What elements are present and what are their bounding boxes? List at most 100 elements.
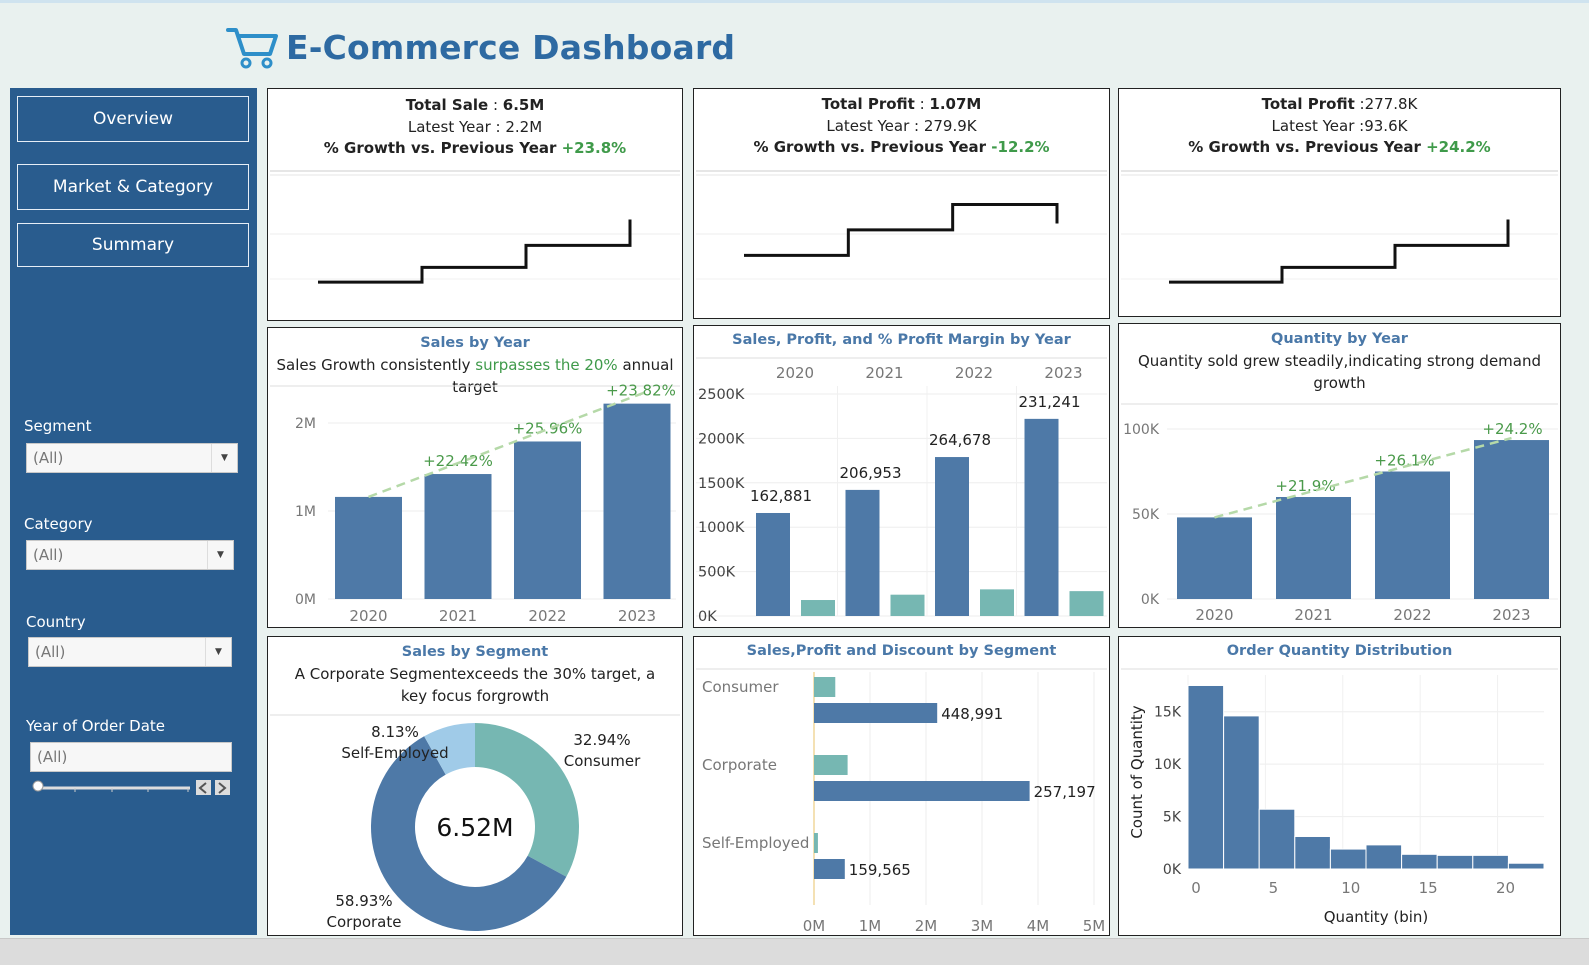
category-filter-select[interactable]: (All) ▼: [26, 540, 234, 570]
kpi-total-profit: Total Profit : 1.07M Latest Year : 279.9…: [693, 88, 1110, 319]
sales-bar: [845, 489, 880, 616]
x-tick-label: 2022: [955, 364, 993, 382]
x-tick-label: 2023: [1044, 364, 1082, 382]
subtitle-part: Sales Growth: [276, 356, 376, 374]
x-tick-label: 2021: [865, 364, 903, 382]
segment-filter-select[interactable]: (All) ▼: [26, 443, 238, 473]
y-tick-label: 0K: [1163, 862, 1182, 878]
summary-button[interactable]: Summary: [17, 223, 249, 267]
profit-bar: [1069, 591, 1104, 616]
x-tick-label: 2023: [1492, 606, 1530, 624]
y-tick-label: 0M: [295, 592, 316, 608]
previous-icon[interactable]: [196, 780, 211, 795]
category-label: Self-Employed: [702, 834, 809, 852]
chart-title: Quantity by Year: [1271, 331, 1408, 347]
kpi-latest: 279.9K: [923, 116, 977, 135]
overview-button[interactable]: Overview: [17, 96, 249, 142]
kpi-latest: 2.2M: [505, 117, 543, 136]
kpi-growth-label: % Growth vs. Previous Year: [1188, 138, 1427, 156]
x-tick-label: 2021: [439, 607, 477, 625]
histogram-bar: [1507, 862, 1545, 870]
chevron-down-icon[interactable]: ▼: [211, 444, 237, 472]
kpi-growth: +24.2%: [1426, 138, 1491, 156]
sales-bar: [935, 457, 969, 616]
x-tick-label: 2020: [1195, 606, 1233, 624]
sales-by-segment-panel: Sales by Segment A Corporate Segmentexce…: [267, 636, 683, 936]
kpi-total-profit-2: Total Profit :277.8K Latest Year :93.6K …: [1118, 88, 1561, 317]
sales-bar: [814, 703, 938, 723]
country-filter-value: (All): [35, 643, 66, 661]
x-tick-label: 2022: [528, 607, 566, 625]
category-label: Consumer: [702, 678, 779, 696]
chevron-down-icon[interactable]: ▼: [205, 638, 231, 666]
chevron-down-icon[interactable]: ▼: [207, 541, 233, 569]
order-quantity-distribution-panel: Order Quantity Distribution 0K 5K 10K 15K 0 5…: [1118, 636, 1561, 936]
kpi-growth-label: % Growth vs. Previous Year: [323, 139, 562, 157]
histogram-bar: [1258, 808, 1296, 870]
y-tick-label: 0K: [1141, 592, 1160, 608]
sales-profit-margin-panel: Sales, Profit, and % Profit Margin by Ye…: [693, 325, 1110, 628]
slice-percent: 58.93%: [335, 892, 392, 910]
profit-bar: [980, 589, 1014, 616]
bar: [1177, 517, 1252, 599]
x-axis-label: Quantity (bin): [1324, 908, 1429, 926]
kpi-value: 277.8K: [1364, 95, 1418, 113]
kpi-label: Total Sale: [405, 96, 489, 114]
year-filter-label: Year of Order Date: [26, 717, 165, 735]
kpi-latest-label: Latest Year :: [1271, 116, 1365, 135]
next-icon[interactable]: [215, 780, 230, 795]
donut-slice: [475, 723, 579, 877]
chart-title: Sales by Segment: [401, 644, 549, 660]
x-tick-label: 10: [1341, 879, 1360, 897]
trend-line: [318, 219, 632, 284]
y-tick-label: 100K: [1123, 422, 1160, 438]
bar: [1474, 440, 1549, 599]
donut-center-value: 6.52M: [436, 813, 513, 842]
subtitle-part: surpasses the 20%: [475, 356, 618, 374]
growth-label: +23.82%: [606, 383, 676, 400]
subtitle-part: consistently: [375, 356, 476, 374]
sales-bar: [1024, 418, 1059, 616]
profit-bar: [814, 677, 836, 697]
quantity-by-year-chart: 0K50K100K2020 2021+21.9%2022+26.1%2023+24…: [1121, 403, 1558, 624]
bar: [603, 403, 671, 599]
country-filter-select[interactable]: (All) ▼: [28, 637, 232, 667]
histogram-bar: [1294, 835, 1331, 870]
x-tick-label: 20: [1496, 879, 1515, 897]
data-label: 448,991: [941, 705, 1003, 723]
chart-title: Sales,Profit and Discount by Segment: [746, 643, 1057, 659]
chart-subtitle: A Corporate Segmentexceeds the 30% targe…: [294, 665, 656, 705]
sales-profit-discount-panel: Sales,Profit and Discount by Segment 0M 1…: [693, 636, 1110, 936]
sales-by-segment-chart: 6.52M 32.94% Consumer 58.93% Corporate 8.13% S…: [270, 714, 680, 932]
y-tick-label: 0K: [698, 609, 717, 625]
trend-line: [744, 202, 1059, 257]
profit-bar: [890, 594, 925, 616]
year-filter-input[interactable]: (All): [30, 742, 232, 772]
market-category-button[interactable]: Market & Category: [17, 164, 249, 210]
data-label: 206,953: [839, 464, 901, 482]
kpi-latest-label: Latest Year :: [407, 117, 506, 136]
slice-name: Self-Employed: [341, 744, 448, 762]
y-tick-label: 2500K: [698, 387, 745, 403]
kpi-sparkline: [270, 170, 680, 284]
kpi-sparkline: [696, 170, 1107, 280]
histogram-bar: [1365, 844, 1403, 870]
profit-bar: [814, 833, 818, 853]
year-range-slider[interactable]: [30, 778, 240, 798]
dashboard-header: E-Commerce Dashboard: [226, 22, 735, 72]
sales-by-year-chart: 0M1M2M2020 2021+22.42%2022+25.96%2023+23.…: [270, 383, 680, 625]
kpi-value: 6.5M: [502, 96, 545, 114]
x-tick-label: 0M: [803, 917, 826, 935]
bar: [335, 496, 402, 599]
y-tick-label: 1500K: [698, 476, 745, 492]
sales-bar: [814, 781, 1030, 801]
x-tick-label: 5: [1269, 879, 1279, 897]
category-label: Corporate: [702, 756, 777, 774]
x-tick-label: 2021: [1294, 606, 1332, 624]
sales-bar: [814, 859, 845, 879]
kpi-latest: 93.6K: [1364, 116, 1408, 135]
y-tick-label: 1000K: [698, 520, 745, 536]
sales-by-year-panel: Sales by Year Sales Growth consistently …: [267, 327, 683, 628]
y-tick-label: 500K: [698, 565, 736, 581]
slice-name: Corporate: [327, 913, 402, 931]
